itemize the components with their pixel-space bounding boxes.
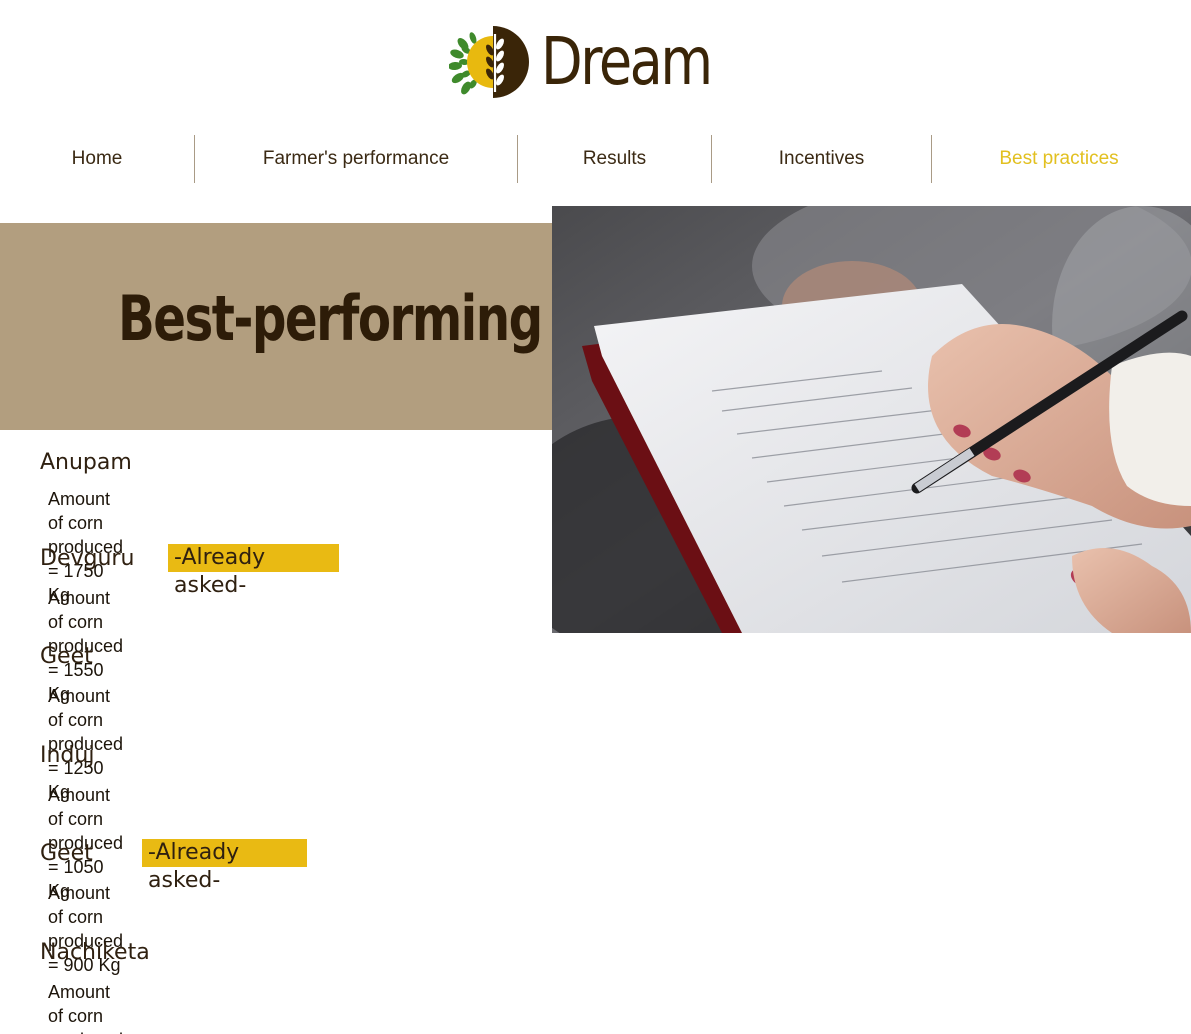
farmer-stat: Amount of corn produced = 850 Kg — [48, 982, 123, 1034]
main-nav: Home Farmer's performance Results Incent… — [0, 135, 1191, 183]
nav-item-incentives[interactable]: Incentives — [712, 135, 931, 183]
nav-item-results[interactable]: Results — [518, 135, 711, 183]
nav-item-best-practices[interactable]: Best practices — [932, 135, 1186, 183]
farmer-name: Geet — [40, 841, 93, 866]
wheat-leaf-logo-icon — [449, 26, 529, 98]
farmer-name: Induj — [40, 743, 95, 768]
farmer-name: Anupam — [40, 450, 132, 475]
site-logo[interactable] — [449, 22, 531, 102]
farmer-name: Geet — [40, 644, 93, 669]
farmer-name: Devguru — [40, 546, 135, 571]
nav-item-home[interactable]: Home — [0, 135, 194, 183]
person-writing-on-document-photo — [552, 206, 1191, 633]
nav-item-farmers-performance[interactable]: Farmer's performance — [195, 135, 517, 183]
brand-name[interactable]: Dream — [541, 22, 713, 102]
farmer-name: Nachiketa — [40, 940, 150, 965]
already-asked-badge: -Already asked- — [168, 544, 339, 598]
already-asked-badge: -Already asked- — [142, 839, 307, 893]
page-title: Best-performing — [118, 282, 543, 355]
